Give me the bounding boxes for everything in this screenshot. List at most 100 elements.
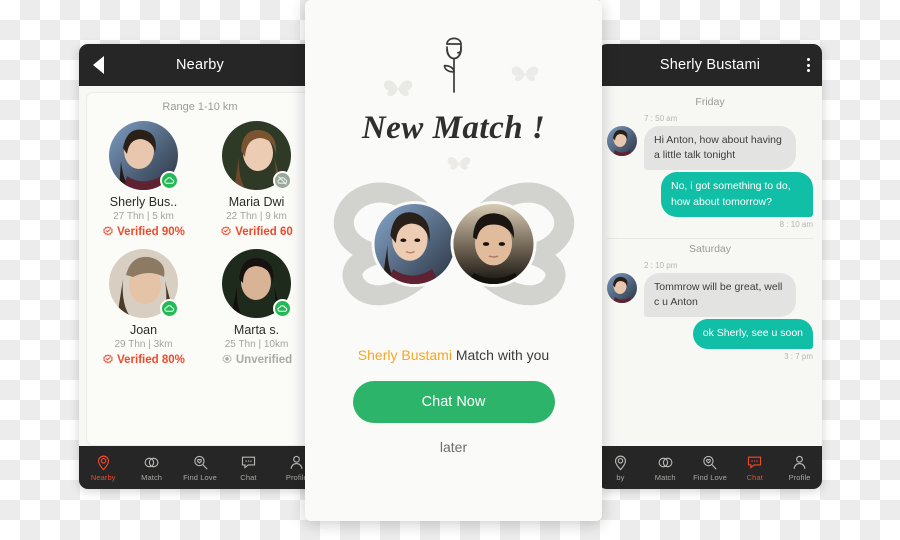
nav-label: Chat bbox=[240, 472, 257, 482]
location-pin-icon bbox=[614, 455, 626, 470]
nav-label: Find Love bbox=[183, 472, 217, 482]
message-column: 7 : 50 am Hi Anton, how about having a l… bbox=[644, 114, 796, 171]
avatar bbox=[222, 121, 292, 190]
butterfly-icon bbox=[511, 64, 539, 85]
day-separator: Friday bbox=[695, 96, 725, 108]
message-row-outgoing: ok Sherly, see u soon 3 : 7 pm bbox=[607, 319, 813, 361]
verified-badge: Verified 90% bbox=[102, 226, 185, 238]
chat-bubble-icon bbox=[241, 456, 256, 469]
status-badge-online bbox=[160, 171, 179, 190]
nearby-phone-panel: Nearby Range 1-10 km Sherly Bus.. 27 Thn… bbox=[79, 44, 321, 489]
verified-badge: Verified 60 bbox=[220, 226, 293, 238]
nav-label: Nearby bbox=[90, 472, 116, 482]
matched-avatars bbox=[371, 201, 536, 287]
nav-item-find-love[interactable]: Find Love bbox=[688, 454, 733, 482]
message-row-outgoing: No, i got something to do, how about tom… bbox=[607, 172, 813, 229]
status-badge-online bbox=[160, 299, 179, 318]
avatar bbox=[222, 249, 292, 318]
day-separator: Saturday bbox=[688, 242, 732, 255]
person-meta: 27 Thn | 5 km bbox=[113, 211, 174, 222]
message-bubble-incoming: Tommrow will be great, well c u Anton bbox=[644, 272, 796, 318]
nav-item-find-love[interactable]: Find Love bbox=[176, 454, 224, 482]
avatar bbox=[109, 249, 179, 318]
nav-item-match[interactable]: Match bbox=[643, 454, 688, 482]
nav-label: Match bbox=[141, 472, 163, 482]
match-name: Sherly Bustami bbox=[357, 347, 452, 363]
people-grid: Sherly Bus.. 27 Thn | 5 km Verified 90% bbox=[87, 119, 313, 371]
person-icon bbox=[290, 455, 303, 469]
avatar bbox=[109, 121, 179, 190]
nav-label: Match bbox=[654, 472, 676, 482]
message-row-incoming: 2 : 10 pm Tommrow will be great, well c … bbox=[607, 260, 813, 318]
chat-bubble-icon bbox=[748, 456, 762, 469]
nav-label: by bbox=[616, 472, 625, 482]
search-heart-icon bbox=[193, 455, 207, 469]
verified-seal-icon bbox=[103, 226, 113, 236]
status-badge-offline bbox=[273, 171, 292, 190]
person-card[interactable]: Maria Dwi 22 Thn | 9 km Verified 60 bbox=[200, 119, 313, 243]
rose-flower-icon bbox=[443, 37, 462, 93]
bottom-navbar: Nearby Match Find Love Chat Profile bbox=[79, 446, 321, 489]
verified-seal-icon bbox=[221, 226, 231, 236]
two-rings-icon bbox=[144, 457, 159, 467]
nav-label: Chat bbox=[746, 472, 763, 482]
modal-title: New Match ! bbox=[361, 110, 546, 146]
nav-item-nearby[interactable]: Nearby bbox=[79, 454, 127, 482]
screenshot-canvas: Nearby Range 1-10 km Sherly Bus.. 27 Thn… bbox=[0, 0, 900, 540]
chat-phone-panel: Sherly Bustami Friday 7: 50 am Hi Anton… bbox=[598, 44, 822, 489]
verified-text: Verified 80% bbox=[117, 354, 185, 366]
person-meta: 25 Thn | 10km bbox=[224, 339, 289, 350]
nav-label: Find Love bbox=[693, 472, 727, 482]
avatar-male bbox=[450, 201, 536, 287]
message-timestamp: 8 : 10 am bbox=[779, 219, 813, 229]
message-bubble-incoming: Hi Anton, how about having a little talk… bbox=[644, 126, 796, 171]
message-timestamp: 7 : 50 am bbox=[644, 114, 678, 123]
later-button[interactable]: later bbox=[440, 439, 467, 455]
avatar-female bbox=[371, 201, 457, 287]
person-name: Marta s. bbox=[233, 323, 280, 337]
person-icon bbox=[793, 455, 806, 469]
message-timestamp: 2 : 10 pm bbox=[644, 260, 678, 270]
nav-item-match[interactable]: Match bbox=[127, 454, 175, 482]
person-meta: 22 Thn | 9 km bbox=[226, 211, 287, 222]
message-column: ok Sherly, see u soon 3 : 7 pm bbox=[692, 319, 813, 361]
person-meta: 29 Thn | 3km bbox=[114, 339, 173, 350]
range-label: Range 1-10 km bbox=[162, 101, 238, 113]
message-row-incoming: 7 : 50 am Hi Anton, how about having a l… bbox=[607, 114, 813, 171]
person-card[interactable]: Joan 29 Thn | 3km Verified 80% bbox=[87, 247, 200, 371]
person-card[interactable]: Sherly Bus.. 27 Thn | 5 km Verified 90% bbox=[87, 119, 200, 243]
kebab-menu-icon[interactable] bbox=[807, 58, 810, 72]
search-heart-icon bbox=[703, 455, 717, 469]
nav-label: Profile bbox=[788, 472, 811, 482]
message-bubble-outgoing: ok Sherly, see u soon bbox=[692, 319, 813, 349]
nav-item-chat[interactable]: Chat bbox=[732, 454, 777, 482]
message-bubble-outgoing: No, i got something to do, how about tom… bbox=[661, 172, 813, 217]
message-timestamp: 3 : 7 pm bbox=[784, 351, 813, 361]
chat-title: Sherly Bustami bbox=[659, 57, 761, 73]
avatar bbox=[607, 272, 637, 303]
person-card[interactable]: Marta s. 25 Thn | 10km Unverified bbox=[200, 247, 313, 371]
location-pin-icon bbox=[97, 455, 109, 470]
status-badge-online bbox=[273, 299, 292, 318]
nearby-appbar: Nearby bbox=[79, 44, 321, 86]
chat-now-button[interactable]: Chat Now bbox=[352, 381, 555, 423]
nav-item-chat[interactable]: Chat bbox=[224, 454, 272, 482]
nav-item-profile[interactable]: Profile bbox=[777, 454, 822, 482]
nearby-card: Range 1-10 km Sherly Bus.. 27 Thn | 5 km… bbox=[86, 92, 314, 446]
new-match-modal: New Match ! Sherly Bustami Match with yo… bbox=[305, 0, 602, 521]
nav-item-nearby[interactable]: by bbox=[598, 454, 643, 482]
match-message: Sherly Bustami Match with you bbox=[305, 347, 602, 363]
match-message-rest: Match with you bbox=[451, 347, 550, 363]
bottom-navbar: by Match Find Love Chat Profile bbox=[598, 446, 822, 489]
nearby-title: Nearby bbox=[176, 57, 224, 73]
two-rings-icon bbox=[658, 457, 673, 467]
divider bbox=[607, 237, 813, 239]
chat-message-list[interactable]: Friday 7 : 50 am Hi Anton, how about hav… bbox=[598, 86, 822, 446]
verified-badge: Verified 80% bbox=[102, 354, 185, 366]
avatar bbox=[607, 126, 637, 156]
butterfly-icon bbox=[383, 78, 413, 100]
back-arrow-icon[interactable] bbox=[93, 56, 104, 74]
person-name: Sherly Bus.. bbox=[109, 195, 178, 209]
match-illustration bbox=[314, 153, 594, 335]
unverified-badge: Unverified bbox=[221, 354, 292, 366]
